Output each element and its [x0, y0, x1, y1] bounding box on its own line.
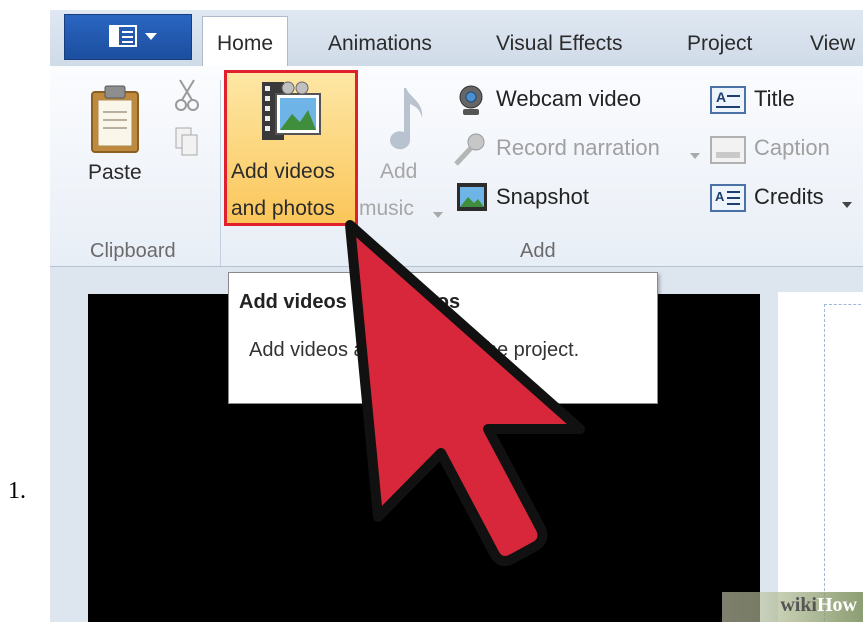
watermark-text: wikiHow	[780, 594, 857, 617]
list-number: 1.	[8, 478, 26, 504]
watermark-part1: wiki	[780, 594, 817, 616]
tab-project[interactable]: Project	[687, 16, 752, 66]
add-videos-label-line1[interactable]: Add videos	[231, 160, 335, 184]
document-menu-icon	[109, 25, 137, 47]
webcam-video-button[interactable]: Webcam video	[496, 86, 641, 120]
tab-view[interactable]: View	[810, 16, 855, 66]
title-button[interactable]: Title	[754, 86, 795, 120]
ribbon-tab-bar: Home Animations Visual Effects Project V…	[50, 10, 863, 67]
clipboard-group-label: Clipboard	[90, 240, 176, 262]
clipboard-icon	[91, 85, 139, 153]
snapshot-button[interactable]: Snapshot	[496, 184, 589, 218]
copy-icon[interactable]	[174, 126, 200, 163]
red-arrow-cursor-icon	[336, 217, 596, 592]
webcam-icon[interactable]	[456, 84, 486, 123]
microphone-icon[interactable]	[452, 132, 486, 173]
record-narration-button[interactable]: Record narration	[496, 135, 660, 169]
paste-button[interactable]	[90, 84, 140, 159]
tab-home[interactable]: Home	[202, 16, 289, 67]
watermark: wikiHow	[722, 592, 863, 622]
tab-animations[interactable]: Animations	[328, 16, 432, 66]
add-music-label-line1[interactable]: Add	[380, 160, 417, 184]
watermark-part2: How	[817, 594, 857, 616]
add-videos-label-line2[interactable]: and photos	[231, 197, 335, 221]
dropdown-arrow-icon[interactable]	[690, 148, 700, 166]
credits-button[interactable]: Credits	[754, 184, 824, 218]
group-separator	[220, 80, 221, 266]
caption-button[interactable]: Caption	[754, 135, 830, 169]
paste-label[interactable]: Paste	[88, 161, 142, 185]
snapshot-icon[interactable]	[456, 182, 488, 217]
screenshot: Home Animations Visual Effects Project V…	[50, 10, 863, 622]
cut-icon[interactable]	[174, 78, 200, 117]
film-photo-icon	[260, 80, 324, 149]
storyboard-pane[interactable]	[778, 292, 863, 622]
svg-text:A: A	[715, 189, 725, 204]
tab-visual-effects[interactable]: Visual Effects	[496, 16, 622, 66]
caption-icon[interactable]	[710, 136, 746, 169]
storyboard-drop-area[interactable]	[824, 304, 863, 622]
svg-text:A: A	[716, 89, 726, 105]
app-menu-button[interactable]	[64, 14, 192, 60]
title-icon[interactable]: A	[710, 86, 746, 119]
music-note-icon[interactable]	[380, 84, 430, 159]
credits-icon[interactable]: A	[710, 184, 746, 217]
dropdown-arrow-icon[interactable]	[842, 197, 852, 215]
dropdown-arrow-icon	[145, 33, 157, 40]
